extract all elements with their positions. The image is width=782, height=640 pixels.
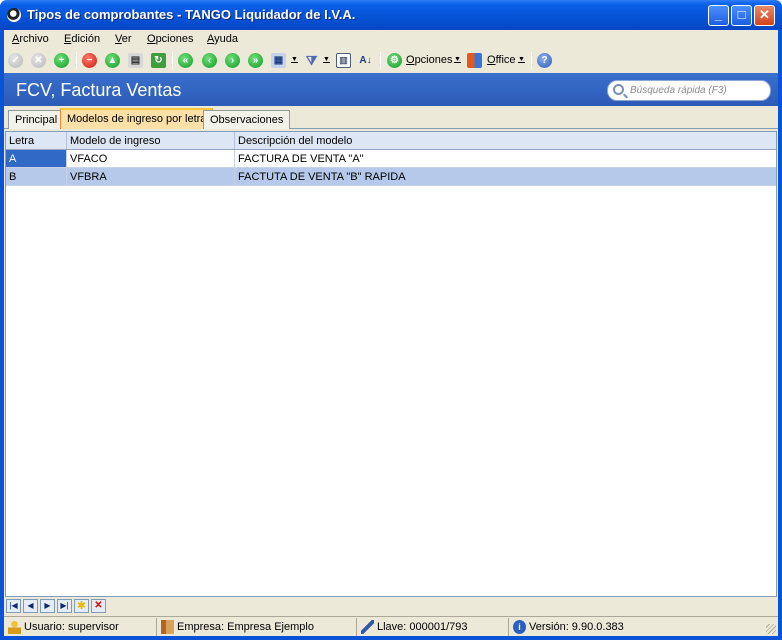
resize-grip[interactable] bbox=[766, 624, 776, 634]
toolbar-separator bbox=[76, 52, 77, 69]
key-icon bbox=[361, 620, 374, 634]
close-button[interactable]: ✕ bbox=[754, 5, 775, 26]
quick-search-input[interactable] bbox=[630, 83, 766, 98]
title-bar[interactable]: Tipos de comprobantes - TANGO Liquidador… bbox=[0, 0, 782, 30]
menu-archivo[interactable]: Archivo bbox=[12, 33, 49, 45]
nav-first-icon[interactable]: |◀ bbox=[6, 599, 21, 613]
tab-principal[interactable]: Principal bbox=[8, 110, 65, 129]
status-key-text: Llave: 000001/793 bbox=[377, 621, 468, 633]
menu-edicion[interactable]: Edición bbox=[64, 33, 100, 45]
column-header-modelo[interactable]: Modelo de ingreso bbox=[67, 132, 235, 149]
menu-ayuda[interactable]: Ayuda bbox=[207, 33, 238, 45]
view-options-icon[interactable]: ▦ bbox=[271, 53, 286, 68]
cell-letra[interactable]: B bbox=[6, 168, 67, 185]
app-window: Tipos de comprobantes - TANGO Liquidador… bbox=[0, 0, 782, 640]
nav-prev-icon[interactable]: ◀ bbox=[23, 599, 38, 613]
first-record-icon[interactable]: « bbox=[178, 53, 193, 68]
options-dropdown-arrow-icon[interactable]: ▼ bbox=[454, 56, 461, 63]
office-button[interactable]: Office bbox=[487, 54, 516, 66]
sort-az-icon[interactable]: A↓ bbox=[358, 53, 373, 68]
toolbar-separator bbox=[531, 52, 532, 69]
table-row[interactable]: B VFBRA FACTUTA DE VENTA "B" RAPIDA bbox=[6, 168, 776, 186]
status-user: Usuario: supervisor bbox=[4, 618, 156, 636]
nav-last-icon[interactable]: ▶| bbox=[57, 599, 72, 613]
modify-icon[interactable]: ▲ bbox=[105, 53, 120, 68]
models-grid[interactable]: Letra Modelo de ingreso Descripción del … bbox=[5, 131, 777, 597]
status-version-text: Versión: 9.90.0.383 bbox=[529, 621, 624, 633]
status-company-text: Empresa: Empresa Ejemplo bbox=[177, 621, 314, 633]
filter-icon[interactable]: ⧩ bbox=[304, 53, 319, 68]
client-area: Archivo Edición Ver Opciones Ayuda ✓ ✕ +… bbox=[4, 30, 778, 636]
options-gear-icon[interactable]: ⚙ bbox=[387, 53, 402, 68]
record-title: FCV, Factura Ventas bbox=[16, 80, 182, 100]
record-header: FCV, Factura Ventas bbox=[4, 73, 778, 106]
previous-record-icon[interactable]: ‹ bbox=[202, 53, 217, 68]
cell-modelo[interactable]: VFBRA bbox=[67, 168, 235, 185]
nav-delete-icon[interactable]: ✕ bbox=[91, 599, 106, 613]
cancel-icon[interactable]: ✕ bbox=[31, 53, 46, 68]
column-header-descripcion[interactable]: Descripción del modelo bbox=[235, 132, 776, 149]
status-user-text: Usuario: supervisor bbox=[24, 621, 119, 633]
cell-descripcion[interactable]: FACTUTA DE VENTA "B" RAPIDA bbox=[235, 168, 776, 185]
refresh-icon[interactable]: ↻ bbox=[151, 53, 166, 68]
status-key: Llave: 000001/793 bbox=[356, 618, 508, 636]
office-dropdown-arrow-icon[interactable]: ▼ bbox=[518, 56, 525, 63]
print-icon[interactable]: ▤ bbox=[128, 53, 143, 68]
nav-new-icon[interactable]: ✱ bbox=[74, 599, 89, 613]
tab-modelos-de-ingreso[interactable]: Modelos de ingreso por letra bbox=[60, 108, 214, 129]
last-record-icon[interactable]: » bbox=[248, 53, 263, 68]
tango-app-icon[interactable] bbox=[7, 8, 21, 22]
maximize-button[interactable]: □ bbox=[731, 5, 752, 26]
tab-strip: Principal Modelos de ingreso por letra O… bbox=[4, 108, 778, 129]
minimize-button[interactable]: _ bbox=[708, 5, 729, 26]
help-icon[interactable]: ? bbox=[537, 53, 552, 68]
columns-icon[interactable]: ▥ bbox=[336, 53, 351, 68]
cell-modelo[interactable]: VFACO bbox=[67, 150, 235, 167]
filter-dropdown-arrow-icon[interactable]: ▼ bbox=[323, 56, 330, 63]
menu-opciones[interactable]: Opciones bbox=[147, 33, 193, 45]
office-icon[interactable] bbox=[467, 53, 482, 68]
table-row[interactable]: A VFACO FACTURA DE VENTA "A" bbox=[6, 150, 776, 168]
user-icon bbox=[8, 620, 21, 634]
column-header-letra[interactable]: Letra bbox=[6, 132, 67, 149]
status-bar: Usuario: supervisor Empresa: Empresa Eje… bbox=[4, 616, 778, 636]
menu-ver[interactable]: Ver bbox=[115, 33, 132, 45]
info-icon: i bbox=[513, 620, 526, 634]
status-company: Empresa: Empresa Ejemplo bbox=[156, 618, 356, 636]
grid-header: Letra Modelo de ingreso Descripción del … bbox=[6, 132, 776, 150]
nav-next-icon[interactable]: ▶ bbox=[40, 599, 55, 613]
menu-bar: Archivo Edición Ver Opciones Ayuda bbox=[4, 30, 778, 49]
toolbar-separator bbox=[380, 52, 381, 69]
add-icon[interactable]: + bbox=[54, 53, 69, 68]
view-dropdown-arrow-icon[interactable]: ▼ bbox=[291, 56, 298, 63]
toolbar: ✓ ✕ + − ▲ ▤ ↻ « ‹ › » ▦ ▼ ⧩ ▼ ▥ A↓ ⚙ Opc… bbox=[4, 49, 778, 72]
window-title: Tipos de comprobantes - TANGO Liquidador… bbox=[27, 7, 356, 22]
accept-icon[interactable]: ✓ bbox=[8, 53, 23, 68]
status-version: i Versión: 9.90.0.383 bbox=[508, 618, 778, 636]
cell-descripcion[interactable]: FACTURA DE VENTA "A" bbox=[235, 150, 776, 167]
record-navigator: |◀ ◀ ▶ ▶| ✱ ✕ bbox=[4, 598, 778, 615]
next-record-icon[interactable]: › bbox=[225, 53, 240, 68]
cell-letra[interactable]: A bbox=[6, 150, 67, 167]
quick-search-box[interactable] bbox=[607, 80, 771, 101]
toolbar-separator bbox=[172, 52, 173, 69]
building-icon bbox=[161, 620, 174, 634]
search-icon bbox=[613, 84, 624, 95]
options-button[interactable]: Opciones bbox=[406, 54, 452, 66]
tab-observaciones[interactable]: Observaciones bbox=[203, 110, 291, 129]
delete-icon[interactable]: − bbox=[82, 53, 97, 68]
